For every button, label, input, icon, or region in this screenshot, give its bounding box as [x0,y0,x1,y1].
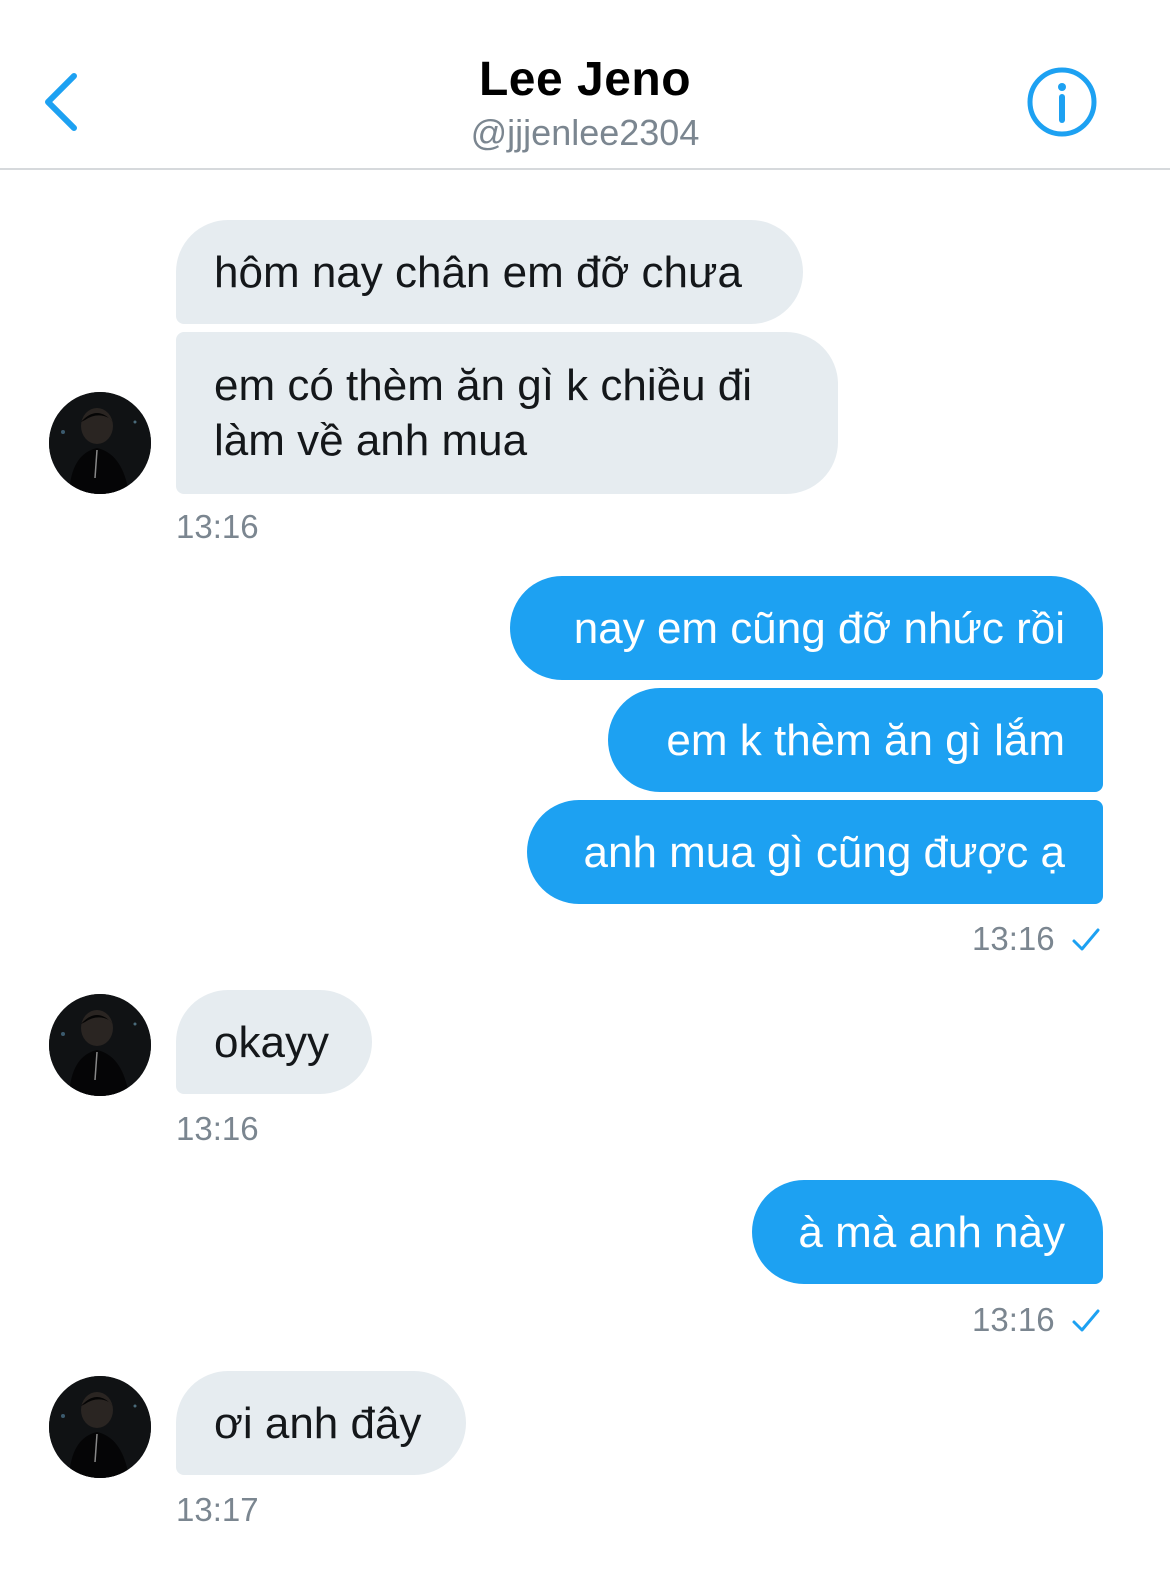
message-text: em k thèm ăn gì lắm [666,715,1065,765]
message-text: anh mua gì cũng được ạ [583,827,1066,877]
info-button[interactable] [1024,64,1100,140]
conversation-header: Lee Jeno @jjjenlee2304 [0,0,1170,170]
incoming-message[interactable]: em có thèm ăn gì k chiều đi làm về anh m… [176,332,838,494]
message-text-line: làm về anh mua [214,416,528,465]
avatar[interactable] [49,392,151,494]
incoming-message[interactable]: ơi anh đây [176,1371,466,1475]
incoming-message[interactable]: okayy [176,990,372,1094]
message-text: okayy [214,1017,329,1067]
checkmark-icon [1072,1309,1100,1332]
message-text: ơi anh đây [214,1398,422,1448]
outgoing-message[interactable]: nay em cũng đỡ nhức rồi [510,576,1103,680]
timestamp: 13:16 [176,1110,259,1147]
outgoing-message[interactable]: à mà anh này [752,1180,1103,1284]
outgoing-message[interactable]: anh mua gì cũng được ạ [527,800,1103,904]
avatar[interactable] [49,994,151,1096]
avatar-photo [49,392,151,494]
message-text-line: em có thèm ăn gì k chiều đi [214,361,753,410]
timestamp: 13:16 [176,508,259,545]
timestamp: 13:17 [176,1491,259,1528]
checkmark-icon [1072,928,1100,951]
message-text: hôm nay chân em đỡ chưa [214,247,742,297]
timestamp: 13:16 [972,1301,1055,1338]
message-text: à mà anh này [798,1207,1065,1257]
contact-handle[interactable]: @jjjenlee2304 [0,112,1170,154]
incoming-message[interactable]: hôm nay chân em đỡ chưa [176,220,803,324]
timestamp: 13:16 [972,920,1055,957]
message-text: nay em cũng đỡ nhức rồi [573,603,1065,653]
info-icon [1027,67,1097,137]
avatar-photo [49,1376,151,1478]
contact-name[interactable]: Lee Jeno [0,52,1170,107]
outgoing-message[interactable]: em k thèm ăn gì lắm [608,688,1103,792]
avatar-photo [49,994,151,1096]
avatar[interactable] [49,1376,151,1478]
